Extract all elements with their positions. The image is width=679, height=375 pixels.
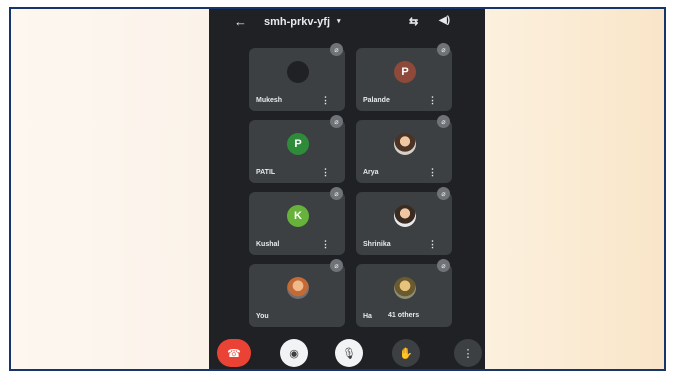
mic-off-icon: ⌀ [437,115,450,128]
avatar: P [287,133,309,155]
switch-camera-icon[interactable]: ⇆ [409,15,418,28]
more-options-button[interactable]: ⋮ [454,339,482,367]
participant-tile-others[interactable]: ⌀ Ha 41 others [356,259,452,327]
speaker-icon[interactable]: ◀) [439,15,450,26]
avatar: P [394,61,416,83]
hand-icon: ✋ [399,347,413,360]
participant-tile[interactable]: ⌀ Arya ⋮ [356,115,452,183]
participant-name: Kushal [256,241,280,248]
participant-name: Mukesh [256,97,283,104]
participant-name: Ha [363,313,372,320]
more-options-icon[interactable]: ⋮ [321,167,330,178]
chevron-down-icon[interactable]: ▾ [337,17,341,25]
participant-name: PATIL [256,169,276,176]
meet-app-screen: ← smh-prkv-yfj ▾ ⇆ ◀) ⌀ Mukesh ⋮ ⌀ P Pal… [209,9,485,369]
toggle-mic-button[interactable]: 🎙 [335,339,363,367]
avatar [394,133,416,155]
participant-tile-self[interactable]: ⌀ You [249,259,345,327]
mic-off-icon: ⌀ [330,259,343,272]
more-options-icon[interactable]: ⋮ [428,167,437,178]
raise-hand-button[interactable]: ✋ [392,339,420,367]
avatar [287,61,309,83]
more-vertical-icon: ⋮ [462,347,474,360]
mic-off-icon: ⌀ [330,187,343,200]
avatar [394,277,416,299]
participant-name: You [256,313,269,320]
participant-name: Shrinika [363,241,391,248]
participant-name: Palande [363,97,390,104]
participant-tile[interactable]: ⌀ P Palande ⋮ [356,43,452,111]
more-options-icon[interactable]: ⋮ [321,95,330,106]
meeting-header: ← smh-prkv-yfj ▾ ⇆ ◀) [209,9,485,35]
more-options-icon[interactable]: ⋮ [321,239,330,250]
mic-off-icon: ⌀ [437,187,450,200]
end-call-button[interactable]: ☎ [217,339,251,367]
participant-tile[interactable]: ⌀ K Kushal ⋮ [249,187,345,255]
participant-tile[interactable]: ⌀ Shrinika ⋮ [356,187,452,255]
mic-off-icon: ⌀ [330,43,343,56]
toggle-video-button[interactable]: ◉ [280,339,308,367]
call-controls: ☎ ◉ 🎙 ✋ ⋮ [209,331,485,369]
mic-off-icon: ⌀ [437,43,450,56]
more-options-icon[interactable]: ⋮ [428,239,437,250]
more-options-icon[interactable]: ⋮ [428,95,437,106]
mic-off-icon: ⌀ [437,259,450,272]
avatar [394,205,416,227]
meeting-code[interactable]: smh-prkv-yfj [264,16,330,28]
mic-off-icon: 🎙 [342,347,356,360]
participant-tile[interactable]: ⌀ P PATIL ⋮ [249,115,345,183]
phone-hangup-icon: ☎ [227,347,241,360]
avatar: K [287,205,309,227]
others-count: 41 others [388,312,420,319]
participant-tile[interactable]: ⌀ Mukesh ⋮ [249,43,345,111]
back-arrow-icon[interactable]: ← [234,14,247,29]
participant-name: Arya [363,169,379,176]
avatar [287,277,309,299]
video-off-icon: ◉ [289,347,299,360]
mic-off-icon: ⌀ [330,115,343,128]
slide-frame: ← smh-prkv-yfj ▾ ⇆ ◀) ⌀ Mukesh ⋮ ⌀ P Pal… [9,7,666,371]
